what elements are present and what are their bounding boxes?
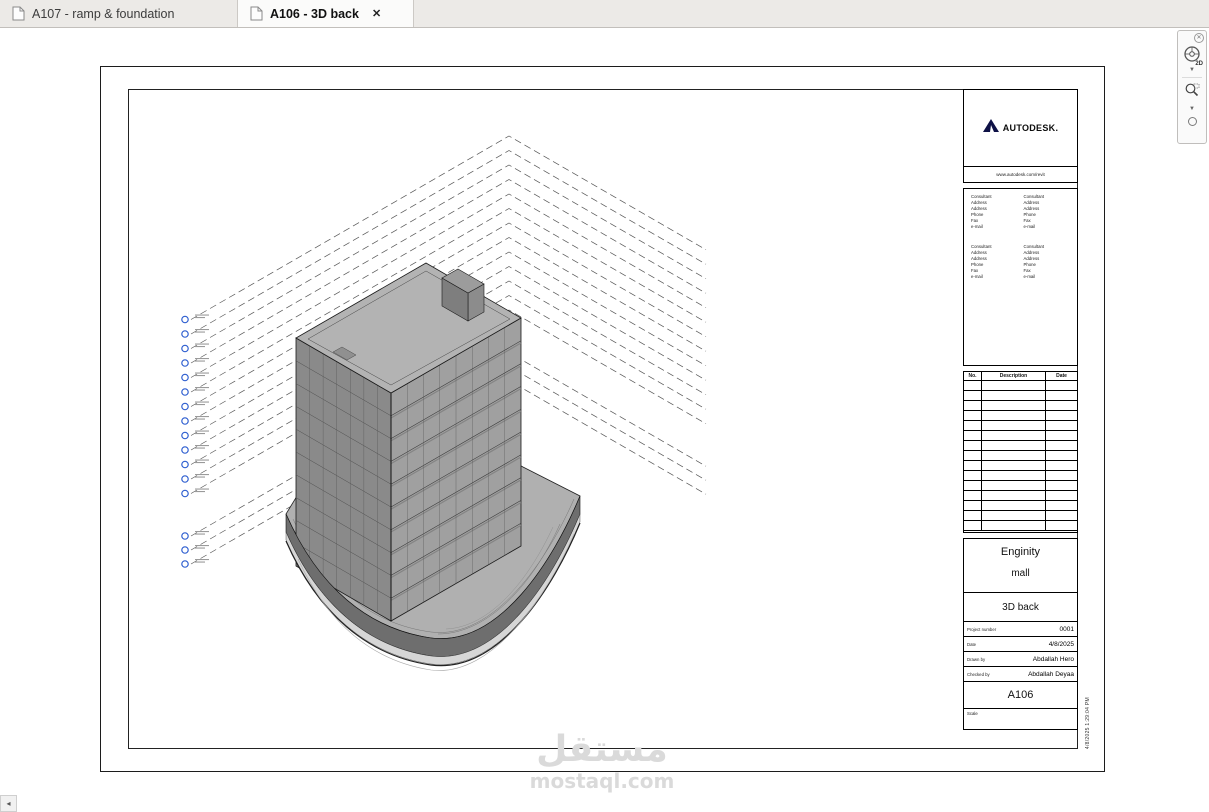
revision-row xyxy=(964,471,1077,481)
steering-wheel-2d-icon[interactable]: 2D xyxy=(1182,45,1203,67)
wheel-dropdown-icon[interactable]: ▼ xyxy=(1189,67,1195,73)
revision-row xyxy=(964,451,1077,461)
revision-table: No. Description Date xyxy=(963,371,1078,533)
tab-close-icon[interactable]: ✕ xyxy=(372,7,381,20)
level-marker[interactable] xyxy=(181,330,189,338)
consultant-block: Consultant Address Address Phone Fax e-mail xyxy=(1023,194,1045,229)
logo-box: AUTODESK. www.autodesk.com/revit xyxy=(963,89,1078,183)
revision-row xyxy=(964,511,1077,521)
scale-field: Scale xyxy=(967,711,978,716)
level-marker[interactable] xyxy=(181,460,189,469)
3d-view-drawing[interactable] xyxy=(128,89,964,749)
field-date: Date 4/8/2025 xyxy=(964,637,1077,652)
navbar-close-icon[interactable]: ✕ xyxy=(1194,33,1204,43)
sheet-a106: AUTODESK. www.autodesk.com/revit Consult… xyxy=(100,66,1105,772)
tab-a106-3d-back[interactable]: A106 - 3D back ✕ xyxy=(238,0,414,27)
revision-row xyxy=(964,401,1077,411)
tab-a107-ramp-foundation[interactable]: A107 - ramp & foundation xyxy=(0,0,238,27)
building-3d xyxy=(285,262,581,671)
level-marker[interactable] xyxy=(181,431,189,440)
level-marker[interactable] xyxy=(181,315,189,324)
field-checked-by: Checked by Abdallah Deyaa xyxy=(964,667,1077,682)
zoom-dropdown-icon[interactable]: ▼ xyxy=(1189,106,1195,112)
level-marker[interactable] xyxy=(181,546,189,554)
level-marker[interactable] xyxy=(181,446,189,454)
autodesk-url: www.autodesk.com/revit xyxy=(964,166,1077,182)
print-stamp: 4/8/2025 1:29:04 PM xyxy=(1085,697,1091,750)
level-marker[interactable] xyxy=(181,489,189,498)
project-info-block: Enginity mall 3D back Project number 000… xyxy=(963,538,1078,730)
revision-row xyxy=(964,381,1077,391)
revision-row xyxy=(964,461,1077,471)
consultant-block: Consultant Address Address Phone Fax e-mail xyxy=(1023,244,1045,279)
field-project-number: Project number 0001 xyxy=(964,622,1077,637)
project-name: Enginity mall xyxy=(964,539,1077,593)
revision-row xyxy=(964,501,1077,511)
consultant-grid: Consultant Address Address Phone Fax e-mail Co… xyxy=(963,188,1078,366)
field-drawn-by: Drawn by Abdallah Hero xyxy=(964,652,1077,667)
revision-row xyxy=(964,431,1077,441)
revision-row xyxy=(964,411,1077,421)
level-marker[interactable] xyxy=(181,475,189,483)
revision-row xyxy=(964,491,1077,501)
title-block: AUTODESK. www.autodesk.com/revit Consult… xyxy=(963,89,1078,749)
sheet-icon xyxy=(12,6,25,21)
navbar-collapse-icon[interactable] xyxy=(1187,117,1197,126)
consultant-block: Consultant Address Address Phone Fax e-mail xyxy=(971,194,992,229)
sheet-icon xyxy=(250,6,263,21)
revision-header: No. Description Date xyxy=(964,372,1077,381)
level-marker[interactable] xyxy=(181,560,189,568)
level-marker[interactable] xyxy=(181,532,189,540)
revision-row xyxy=(964,391,1077,401)
level-marker[interactable] xyxy=(181,388,189,396)
autodesk-logo-text: AUTODESK. xyxy=(1002,123,1059,133)
revision-row xyxy=(964,521,1077,531)
navbar-divider xyxy=(1182,77,1202,78)
level-marker[interactable] xyxy=(181,417,189,425)
level-marker[interactable] xyxy=(181,359,189,367)
level-marker[interactable] xyxy=(181,373,189,382)
revision-row xyxy=(964,441,1077,451)
drawing-canvas[interactable]: AUTODESK. www.autodesk.com/revit Consult… xyxy=(0,28,1209,812)
scrollbar-corner[interactable]: ◂ xyxy=(0,795,17,812)
sheet-number: A106 xyxy=(964,682,1077,709)
wheel-2d-label: 2D xyxy=(1195,61,1203,67)
autodesk-logo-icon xyxy=(982,118,999,138)
revision-row xyxy=(964,481,1077,491)
level-marker[interactable] xyxy=(181,344,189,353)
revision-row xyxy=(964,421,1077,431)
level-marker[interactable] xyxy=(181,402,189,411)
view-tab-bar: A107 - ramp & foundation A106 - 3D back … xyxy=(0,0,1209,28)
tab-label: A106 - 3D back xyxy=(270,6,359,21)
zoom-region-icon[interactable] xyxy=(1184,82,1201,104)
revit-window: A107 - ramp & foundation A106 - 3D back … xyxy=(0,0,1209,812)
watermark-latin: mostaql.com xyxy=(529,769,675,793)
sheet-title: 3D back xyxy=(964,593,1077,622)
navigation-bar: ✕ 2D ▼ ▼ xyxy=(1177,30,1207,144)
consultant-block: Consultant Address Address Phone Fax e-mail xyxy=(971,244,992,279)
tab-label: A107 - ramp & foundation xyxy=(32,6,175,21)
